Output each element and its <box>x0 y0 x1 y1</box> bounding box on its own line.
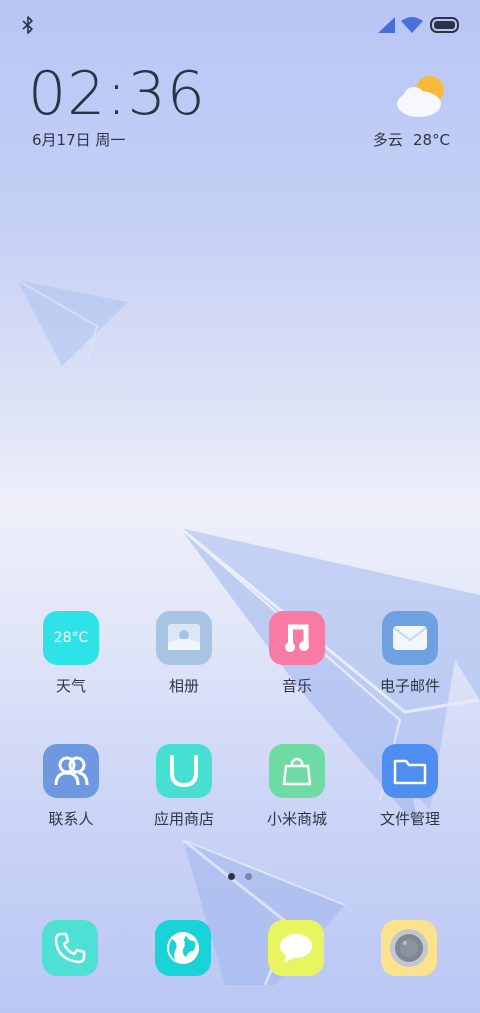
app-label: 音乐 <box>281 677 312 695</box>
app-label: 电子邮件 <box>379 677 440 695</box>
dock-phone[interactable] <box>42 920 98 976</box>
weather-temperature: 28°C <box>412 131 450 149</box>
dock-camera[interactable] <box>381 920 437 976</box>
paper-plane-small <box>16 279 128 366</box>
app-mi-store[interactable]: 小米商城 <box>247 744 347 829</box>
app-store[interactable]: 应用商店 <box>134 744 234 829</box>
dock-browser[interactable] <box>155 920 211 976</box>
partly-cloudy-icon <box>397 76 444 117</box>
folder-icon <box>382 744 438 798</box>
weather-icon-text: 28°C <box>53 630 89 646</box>
clock-date[interactable]: 6月17日 周一 <box>32 129 125 150</box>
shopping-bag-icon <box>269 744 325 798</box>
app-label: 相册 <box>168 677 199 695</box>
clock-time[interactable]: 02:36 <box>28 64 206 124</box>
app-label: 天气 <box>55 677 86 695</box>
browser-icon <box>167 932 199 964</box>
mail-icon <box>382 611 438 665</box>
app-music[interactable]: 音乐 <box>247 611 347 696</box>
dock-messages[interactable] <box>268 920 324 976</box>
phone-icon <box>54 932 86 964</box>
app-file-manager[interactable]: 文件管理 <box>360 744 460 829</box>
app-label: 应用商店 <box>153 810 214 828</box>
app-contacts[interactable]: 联系人 <box>21 744 121 829</box>
page-indicator[interactable] <box>228 873 254 881</box>
page-dot-active[interactable] <box>228 873 235 880</box>
app-store-icon <box>156 744 212 798</box>
music-icon <box>269 611 325 665</box>
app-gallery[interactable]: 相册 <box>134 611 234 696</box>
weather-condition: 多云 <box>372 131 403 149</box>
weather-widget[interactable]: 多云 28°C <box>330 74 450 154</box>
app-mail[interactable]: 电子邮件 <box>360 611 460 696</box>
wifi-icon <box>401 17 423 33</box>
contacts-icon <box>43 744 99 798</box>
page-dot[interactable] <box>245 873 252 880</box>
app-label: 联系人 <box>48 810 94 828</box>
weather-text: 多云 28°C <box>373 129 450 150</box>
weather-icon: 28°C <box>43 611 99 665</box>
app-label: 文件管理 <box>379 810 440 828</box>
app-label: 小米商城 <box>266 810 327 828</box>
gallery-icon <box>156 611 212 665</box>
cellular-signal-icon <box>378 17 395 33</box>
battery-icon <box>430 17 459 33</box>
app-weather[interactable]: 28°C 天气 <box>21 611 121 696</box>
messages-icon <box>280 934 312 963</box>
status-bar <box>0 0 480 50</box>
camera-icon <box>390 929 428 967</box>
bluetooth-icon <box>22 16 33 34</box>
